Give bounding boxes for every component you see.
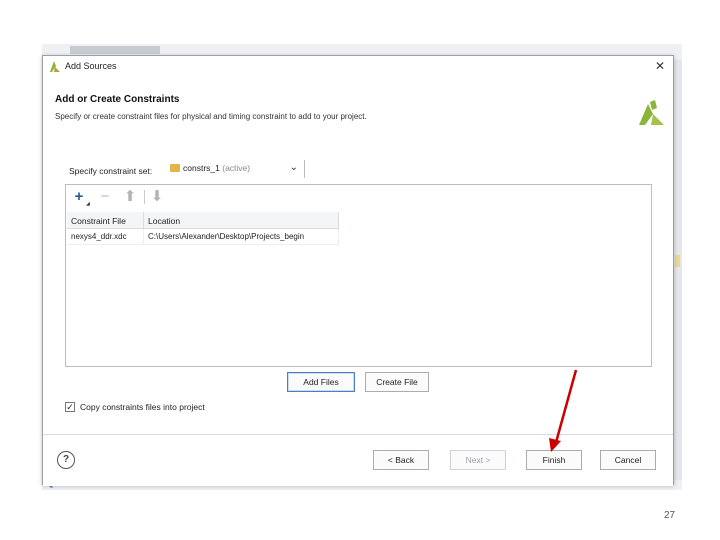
page-subtitle: Specify or create constraint files for p… [55, 112, 367, 121]
constraint-set-label: Specify constraint set: [69, 166, 153, 176]
page-number: 27 [664, 510, 676, 521]
minus-icon[interactable]: − [96, 188, 114, 206]
constraint-files-panel: + ◢ − ⬆ ⬇ Constraint File Location nexys… [65, 184, 652, 367]
add-sources-dialog: Add Sources ✕ Add or Create Constraints … [42, 55, 674, 486]
arrow-down-icon[interactable]: ⬇ [148, 188, 166, 206]
background-right-edge [674, 60, 682, 480]
chevron-down-icon[interactable]: ⌄ [290, 162, 298, 173]
help-icon[interactable]: ? [57, 451, 75, 469]
table-row[interactable]: nexys4_ddr.xdc C:\Users\Alexander\Deskto… [67, 229, 339, 245]
cell-location: C:\Users\Alexander\Desktop\Projects_begi… [144, 229, 339, 244]
background-marker [675, 255, 680, 267]
folder-icon [170, 164, 180, 172]
caret-icon: ◢ [86, 201, 90, 207]
create-file-button[interactable]: Create File [365, 372, 429, 392]
column-header-constraint-file[interactable]: Constraint File [67, 212, 144, 228]
arrow-up-icon[interactable]: ⬆ [121, 188, 139, 206]
page-title: Add or Create Constraints [55, 94, 180, 105]
toolbar-divider [144, 190, 145, 204]
table-header: Constraint File Location [67, 212, 339, 229]
constraint-set-dropdown[interactable]: constrs_1 (active) ⌄ [167, 160, 305, 178]
cell-constraint-file: nexys4_ddr.xdc [67, 229, 144, 244]
dialog-titlebar: Add Sources ✕ [43, 56, 673, 78]
constraint-files-table: Constraint File Location nexys4_ddr.xdc … [67, 212, 339, 245]
constraint-set-value: constrs_1 [183, 163, 220, 173]
close-icon[interactable]: ✕ [655, 59, 665, 73]
vivado-logo-icon [50, 61, 60, 72]
cancel-button[interactable]: Cancel [600, 450, 656, 470]
add-files-button[interactable]: Add Files [287, 372, 355, 392]
dialog-title: Add Sources [65, 61, 117, 71]
dialog-footer: ? < Back Next > Finish Cancel [43, 434, 673, 486]
next-button[interactable]: Next > [450, 450, 506, 470]
column-header-location[interactable]: Location [144, 212, 339, 228]
constraint-set-active-tag: (active) [222, 163, 251, 173]
vivado-logo-icon [639, 100, 664, 125]
copy-constraints-label: Copy constraints files into project [80, 402, 205, 412]
finish-button[interactable]: Finish [526, 450, 582, 470]
copy-constraints-checkbox[interactable]: ✓ [65, 402, 75, 412]
background-toolbar-strip [70, 46, 160, 54]
back-button[interactable]: < Back [373, 450, 429, 470]
files-toolbar: + ◢ − ⬆ ⬇ [66, 185, 651, 211]
